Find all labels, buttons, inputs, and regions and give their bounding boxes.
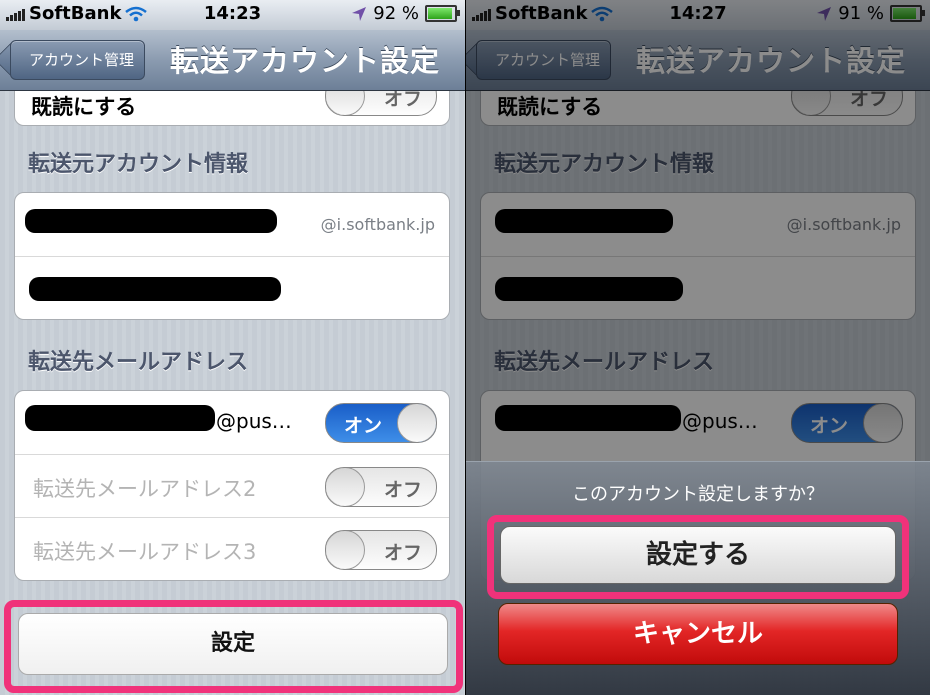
destination-toggle-3[interactable]: オフ: [325, 530, 437, 570]
section-header-source: 転送元アカウント情報: [28, 152, 249, 177]
redacted-password: [29, 277, 281, 301]
cancel-button[interactable]: キャンセル: [498, 603, 898, 665]
action-sheet: このアカウント設定しますか？ 設定する キャンセル: [466, 461, 930, 695]
destination-address-3: 転送先メールアドレス3: [33, 540, 257, 564]
destination-toggle-1[interactable]: オン: [325, 403, 437, 443]
page-title: 転送アカウント設定: [170, 44, 441, 78]
toggle-knob: [397, 404, 436, 442]
source-account-group: @i.softbank.jp: [14, 192, 450, 320]
destination-toggle-2[interactable]: オフ: [325, 467, 437, 507]
confirm-button[interactable]: 設定する: [500, 526, 896, 584]
back-button[interactable]: アカウント管理: [10, 40, 146, 80]
modal-dim-overlay: [466, 0, 930, 461]
destination-address-2: 転送先メールアドレス2: [33, 477, 257, 501]
toggle-knob: [326, 531, 365, 569]
navigation-bar-overlay: アカウント管理 転送アカウント設定: [0, 30, 465, 91]
destination-row-1[interactable]: @pus… オン: [15, 391, 449, 454]
redacted-account-id: [25, 209, 277, 233]
read-setting-label: 既読にする: [31, 95, 137, 119]
screen-confirmation: SoftBank 14:27 91 % 既読にする オフ アカウント管理 転送ア…: [466, 0, 930, 695]
section-header-destination: 転送先メールアドレス: [28, 350, 249, 375]
destination-row-3[interactable]: 転送先メールアドレス3 オフ: [15, 517, 449, 580]
account-domain: @i.softbank.jp: [320, 215, 435, 234]
password-row[interactable]: [15, 256, 449, 319]
battery-percent: 92 %: [373, 3, 419, 24]
destination-address-1: @pus…: [216, 409, 292, 433]
toggle-knob: [326, 468, 365, 506]
settings-button[interactable]: 設定: [18, 613, 448, 675]
destination-group: @pus… オン 転送先メールアドレス2 オフ 転送先メールアドレス3 オフ: [14, 390, 450, 581]
status-bar: SoftBank 14:23 92 %: [0, 0, 465, 30]
battery-icon: [425, 5, 460, 22]
destination-row-2[interactable]: 転送先メールアドレス2 オフ: [15, 454, 449, 518]
redacted-address: [25, 405, 215, 431]
account-id-row[interactable]: @i.softbank.jp: [15, 193, 449, 256]
action-sheet-prompt: このアカウント設定しますか？: [572, 484, 824, 505]
location-arrow-icon: [352, 6, 367, 21]
screen-settings: SoftBank 14:23 92 % アカウント管理 転送アカウント設定 既読…: [0, 0, 465, 695]
